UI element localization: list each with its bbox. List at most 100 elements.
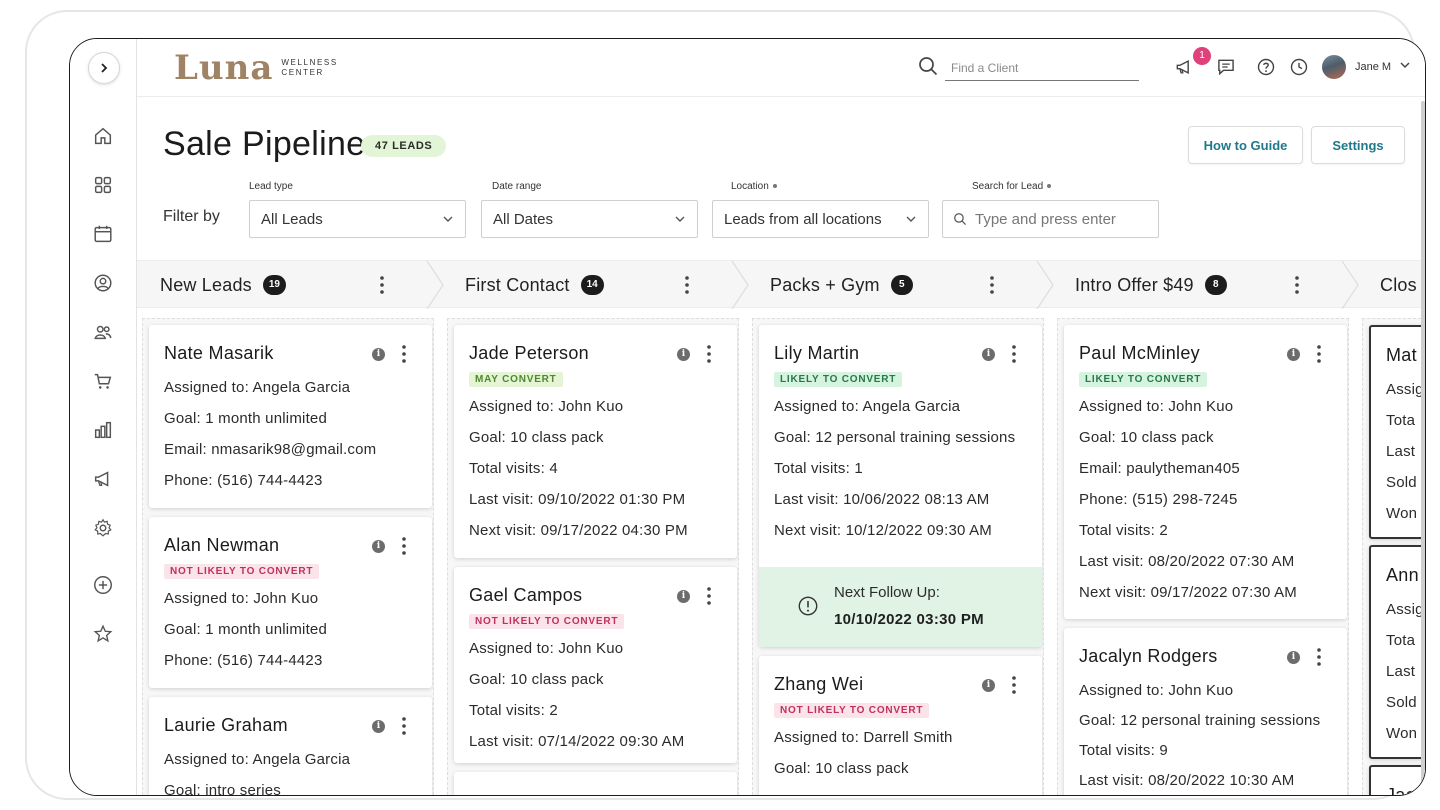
card-menu-kebab-icon[interactable] (704, 344, 714, 364)
location-select[interactable]: Leads from all locations (712, 200, 929, 238)
stage-intro-offer[interactable]: Intro Offer $49 8 (1075, 261, 1227, 309)
expand-sidebar-button[interactable] (88, 52, 120, 84)
settings-gear-icon[interactable] (91, 516, 115, 540)
last-visit: Last visit: 08/20/2022 07:30 AM (1079, 553, 1295, 570)
assigned-to: Assigned to: John Kuo (1079, 398, 1234, 415)
user-name[interactable]: Jane M (1355, 61, 1391, 73)
staff-users-icon[interactable] (91, 320, 115, 344)
card-menu-kebab-icon[interactable] (704, 586, 714, 606)
card-menu-kebab-icon[interactable] (1314, 344, 1324, 364)
search-icon[interactable] (918, 56, 938, 76)
stage-first-contact[interactable]: First Contact 14 (465, 261, 604, 309)
home-icon[interactable] (91, 124, 115, 148)
pipeline-stages: New Leads 19 First Contact 14 Packs + Gy… (137, 260, 1425, 309)
lead-name: Jacalyn Rodgers (1079, 646, 1218, 666)
lead-card[interactable]: Lily Martin i LIKELY TO CONVERT Assigned… (759, 325, 1042, 647)
settings-button[interactable]: Settings (1311, 126, 1405, 164)
card-menu-kebab-icon[interactable] (1009, 675, 1019, 695)
lead-card[interactable]: Alan Newman i NOT LIKELY TO CONVERT Assi… (149, 517, 432, 688)
vertical-scrollbar[interactable] (1421, 101, 1425, 791)
lead-card[interactable]: Ann Assig Tota Last Sold Won (1369, 545, 1425, 759)
stage-count: 14 (580, 275, 604, 295)
lead-card[interactable]: Jade Peterson i MAY CONVERT Assigned to:… (454, 325, 737, 558)
lead-name: Lily Martin (774, 343, 860, 363)
date-range-select[interactable]: All Dates (481, 200, 698, 238)
stage-count: 5 (890, 275, 913, 295)
next-follow-up-panel[interactable]: Next Follow Up: 10/10/2022 03:30 PM (759, 567, 1042, 647)
stage-closed[interactable]: Clos (1380, 261, 1417, 309)
chevron-down-icon (675, 216, 685, 222)
lead-card[interactable]: Zhang Wei i NOT LIKELY TO CONVERT Assign… (759, 656, 1042, 795)
follow-up-date: 10/10/2022 03:30 PM (834, 611, 984, 628)
calendar-icon[interactable] (91, 222, 115, 246)
conversion-tag: LIKELY TO CONVERT (1079, 372, 1208, 387)
lead-name: Gael Campos (469, 585, 583, 605)
lead-card[interactable]: Mat Assig Tota Last Sold Won (1369, 325, 1425, 539)
card-menu-kebab-icon[interactable] (399, 536, 409, 556)
assigned-to: Assigned to: John Kuo (469, 640, 624, 657)
stage-menu-kebab-icon[interactable] (987, 275, 997, 295)
conversion-tag: MAY CONVERT (469, 372, 563, 387)
lead-card[interactable]: Jacalyn Rodgers i Assigned to: John Kuo … (1064, 628, 1347, 795)
stage-menu-kebab-icon[interactable] (377, 275, 387, 295)
info-icon[interactable]: i (982, 348, 995, 361)
lead-card[interactable]: Laurie Graham i Assigned to: Angela Garc… (149, 697, 432, 796)
info-icon[interactable]: i (372, 720, 385, 733)
info-icon[interactable]: i (372, 348, 385, 361)
favorites-star-icon[interactable] (91, 622, 115, 646)
lead-card[interactable] (454, 772, 737, 795)
history-clock-icon[interactable] (1288, 56, 1310, 78)
stage-menu-kebab-icon[interactable] (1292, 275, 1302, 295)
notification-badge: 1 (1193, 47, 1211, 65)
info-icon[interactable]: i (372, 540, 385, 553)
info-icon[interactable]: i (982, 679, 995, 692)
stage-separator-chevron (1341, 261, 1359, 309)
won: Won (1386, 505, 1418, 522)
conversion-tag: NOT LIKELY TO CONVERT (774, 703, 930, 718)
luna-logo[interactable]: Luna WELLNESS CENTER (174, 51, 338, 85)
user-avatar[interactable] (1322, 55, 1346, 79)
stage-new-leads[interactable]: New Leads 19 (160, 261, 286, 309)
follow-up-label: Next Follow Up: (834, 584, 940, 601)
stage-menu-kebab-icon[interactable] (682, 275, 692, 295)
help-question-icon[interactable] (1255, 56, 1277, 78)
announcements-megaphone-icon[interactable] (1173, 56, 1195, 78)
shopping-cart-icon[interactable] (91, 369, 115, 393)
card-menu-kebab-icon[interactable] (1009, 344, 1019, 364)
lead-card[interactable]: Jac (1369, 765, 1425, 795)
marketing-megaphone-icon[interactable] (91, 467, 115, 491)
card-menu-kebab-icon[interactable] (399, 716, 409, 736)
lead-card[interactable]: Nate Masarik i Assigned to: Angela Garci… (149, 325, 432, 508)
info-icon[interactable]: i (1287, 348, 1300, 361)
add-circle-icon[interactable] (91, 573, 115, 597)
lead-card[interactable]: Gael Campos i NOT LIKELY TO CONVERT Assi… (454, 567, 737, 763)
stage-count: 19 (262, 275, 286, 295)
messages-chat-icon[interactable] (1215, 56, 1237, 78)
search-lead-input[interactable]: Type and press enter (942, 200, 1159, 238)
lead-card[interactable]: Paul McMinley i LIKELY TO CONVERT Assign… (1064, 325, 1347, 619)
lead-name: Paul McMinley (1079, 343, 1200, 363)
how-to-guide-button[interactable]: How to Guide (1188, 126, 1303, 164)
chevron-down-icon[interactable] (1399, 59, 1411, 71)
stage-packs-gym[interactable]: Packs + Gym 5 (770, 261, 913, 309)
info-icon[interactable]: i (677, 590, 690, 603)
column-closed: Mat Assig Tota Last Sold Won Ann Assig T… (1362, 318, 1425, 795)
reports-chart-icon[interactable] (91, 418, 115, 442)
card-menu-kebab-icon[interactable] (399, 344, 409, 364)
client-profile-icon[interactable] (91, 271, 115, 295)
info-icon[interactable]: i (677, 348, 690, 361)
device-frame: Luna WELLNESSCENTER 1 Jane M Sale Pipeli… (25, 10, 1426, 800)
date-range-value: All Dates (493, 210, 554, 228)
goal: Goal: 12 personal training sessions (1079, 712, 1321, 729)
info-icon[interactable]: i (1287, 651, 1300, 664)
column-packs-gym: Lily Martin i LIKELY TO CONVERT Assigned… (752, 318, 1044, 795)
conversion-tag: NOT LIKELY TO CONVERT (164, 564, 320, 579)
find-client-input[interactable] (945, 55, 1139, 81)
phone: Phone: (515) 298-7245 (1079, 491, 1238, 508)
card-menu-kebab-icon[interactable] (1314, 647, 1324, 667)
lead-type-select[interactable]: All Leads (249, 200, 466, 238)
dashboard-grid-icon[interactable] (91, 173, 115, 197)
last-visit: Last (1386, 443, 1416, 460)
goal: Goal: intro series (164, 782, 281, 796)
won: Won (1386, 725, 1418, 742)
